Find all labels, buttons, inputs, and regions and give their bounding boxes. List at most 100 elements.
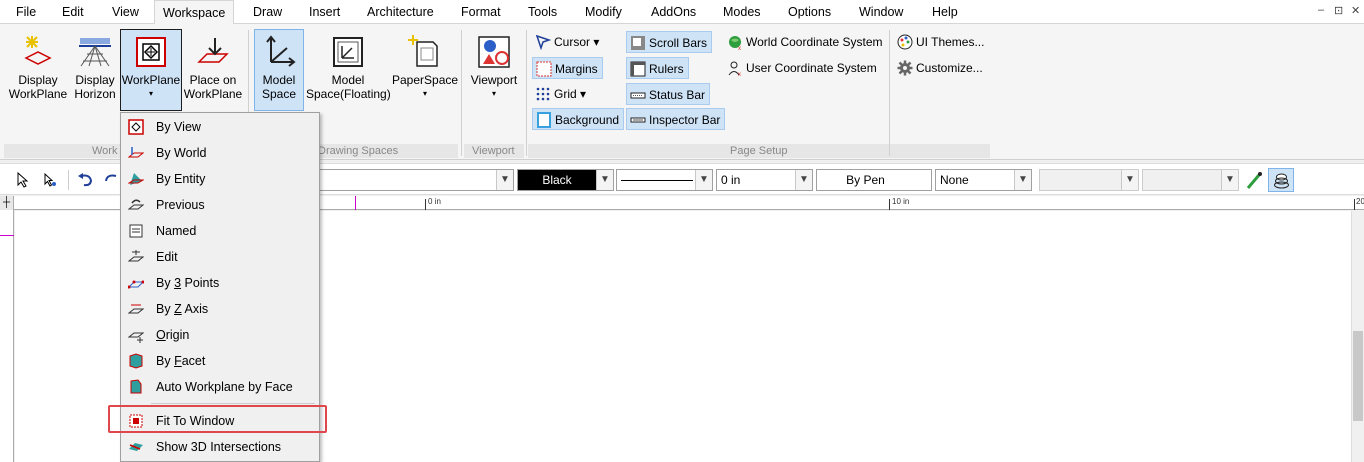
menu-item-show-3d-intersections[interactable]: Show 3D Intersections: [122, 435, 318, 459]
palette-icon: [897, 34, 913, 50]
menu-item-by-world[interactable]: By World: [122, 141, 318, 165]
inspector-bar-button[interactable]: Inspector Bar: [626, 108, 726, 130]
background-button[interactable]: Background: [532, 108, 625, 130]
color-select[interactable]: Black ▼: [517, 169, 614, 191]
line-style-select[interactable]: ▼: [616, 169, 713, 191]
menu-item-label: Previous: [156, 198, 205, 212]
scroll-bars-button[interactable]: Scroll Bars: [626, 31, 713, 53]
minimize-button[interactable]: –: [1318, 4, 1324, 16]
menu-draw[interactable]: Draw: [253, 5, 282, 19]
cursor-button[interactable]: Cursor ▾: [532, 31, 603, 53]
menu-addons[interactable]: AddOns: [651, 5, 696, 19]
by-view-icon: [128, 119, 144, 135]
group-separator: [526, 30, 527, 156]
attributes-button[interactable]: [1268, 168, 1294, 192]
scroll-bars-label: Scroll Bars: [649, 36, 708, 50]
workplane-label: WorkPlane: [121, 73, 181, 87]
menu-architecture[interactable]: Architecture: [367, 5, 434, 19]
cursor-icon: [535, 34, 551, 50]
menu-view[interactable]: View: [112, 5, 139, 19]
menu-separator: [151, 403, 315, 404]
menu-workspace[interactable]: Workspace: [154, 0, 235, 25]
menu-item-label: Show 3D Intersections: [156, 440, 282, 454]
grid-button[interactable]: Grid ▾: [532, 83, 590, 105]
thickness-value: 0 in: [721, 173, 741, 187]
ruler-tick: [425, 199, 426, 210]
gear-icon: [897, 60, 913, 76]
layer-select[interactable]: ▼: [318, 169, 514, 191]
close-button[interactable]: ✕: [1351, 4, 1360, 17]
menu-file[interactable]: File: [16, 5, 36, 19]
status-bar-button[interactable]: Status Bar: [626, 83, 711, 105]
undo-icon[interactable]: [76, 172, 94, 188]
paperspace-label: PaperSpace: [392, 73, 459, 87]
menu-item-by-3-points[interactable]: By 3 Points: [122, 271, 318, 295]
margins-button[interactable]: Margins: [532, 57, 603, 79]
eyedropper-icon[interactable]: [1244, 171, 1264, 191]
by-3-points-icon: [128, 280, 144, 289]
paperspace-dropdown-arrow: ▾: [422, 89, 427, 98]
model-space-floating-label-2: Space(Floating): [306, 87, 391, 101]
restore-button[interactable]: ⊡: [1334, 4, 1343, 17]
customize-button[interactable]: Customize...: [894, 57, 987, 79]
user-coordinate-system-button[interactable]: x User Coordinate System: [724, 57, 881, 79]
model-space-label-2: Space: [261, 87, 297, 101]
chevron-down-icon: ▼: [496, 170, 513, 190]
menu-item-edit[interactable]: Edit: [122, 245, 318, 269]
menu-item-by-facet[interactable]: By Facet: [122, 349, 318, 373]
fill-select[interactable]: None ▼: [935, 169, 1032, 191]
ruler-marker: [355, 196, 356, 210]
intersections-icon: [129, 443, 143, 451]
paperspace-button[interactable]: PaperSpace ▾: [392, 34, 458, 101]
world-cs-label: World Coordinate System: [746, 35, 883, 49]
auto-workplane-icon: [130, 379, 142, 394]
menu-insert[interactable]: Insert: [309, 5, 340, 19]
menu-modes[interactable]: Modes: [723, 5, 761, 19]
viewport-button[interactable]: Viewport ▾: [466, 34, 522, 101]
scrollbar-thumb[interactable]: [1353, 331, 1363, 421]
rulers-label: Rulers: [649, 62, 684, 76]
vertical-scrollbar[interactable]: [1351, 211, 1364, 462]
subselect-arrow-icon[interactable]: [42, 172, 58, 188]
menu-item-by-z-axis[interactable]: By Z Axis: [122, 297, 318, 321]
menu-modify[interactable]: Modify: [585, 5, 622, 19]
display-workplane-button[interactable]: Display WorkPlane: [6, 34, 70, 101]
pen-value: By Pen: [846, 173, 885, 187]
ruler-tick: [889, 199, 890, 210]
select-arrow-icon[interactable]: [16, 172, 30, 188]
chevron-down-icon: ▼: [1121, 170, 1138, 190]
place-on-workplane-button[interactable]: Place on WorkPlane: [182, 34, 244, 101]
model-space-floating-button[interactable]: Model Space(Floating): [306, 34, 391, 101]
rulers-icon: [630, 61, 646, 77]
place-on-workplane-icon: [197, 38, 229, 63]
menu-item-by-view[interactable]: By View: [122, 115, 318, 139]
ui-themes-button[interactable]: UI Themes...: [894, 31, 988, 53]
pen-select[interactable]: By Pen: [816, 169, 932, 191]
menu-item-origin[interactable]: Origin: [122, 323, 318, 347]
menu-item-auto-workplane-by-face[interactable]: Auto Workplane by Face: [122, 375, 318, 399]
world-coordinate-system-button[interactable]: x World Coordinate System: [724, 31, 887, 53]
workplane-button[interactable]: WorkPlane ▾: [120, 29, 182, 111]
menu-item-by-entity[interactable]: By Entity: [122, 167, 318, 191]
menu-tools[interactable]: Tools: [528, 5, 557, 19]
line-thickness-select[interactable]: 0 in ▼: [716, 169, 813, 191]
display-workplane-icon: [24, 36, 52, 65]
toolbar-separator: [68, 170, 69, 190]
rulers-button[interactable]: Rulers: [626, 57, 689, 79]
fill-value: None: [940, 173, 969, 187]
menu-window[interactable]: Window: [859, 5, 903, 19]
menu-edit[interactable]: Edit: [62, 5, 84, 19]
chevron-down-icon: ▼: [596, 170, 613, 190]
menu-help[interactable]: Help: [932, 5, 958, 19]
menu-options[interactable]: Options: [788, 5, 831, 19]
menu-item-named[interactable]: Named: [122, 219, 318, 243]
model-space-button[interactable]: Model Space: [254, 29, 304, 111]
menu-item-previous[interactable]: Previous: [122, 193, 318, 217]
redo-icon[interactable]: [103, 172, 121, 188]
edit-icon: [128, 250, 144, 262]
ruler-label: 0 in: [428, 197, 441, 206]
menu-format[interactable]: Format: [461, 5, 501, 19]
display-horizon-button[interactable]: Display Horizon: [70, 34, 120, 101]
cursor-label: Cursor ▾: [554, 35, 600, 49]
menu-item-label: By Z Axis: [156, 302, 209, 316]
